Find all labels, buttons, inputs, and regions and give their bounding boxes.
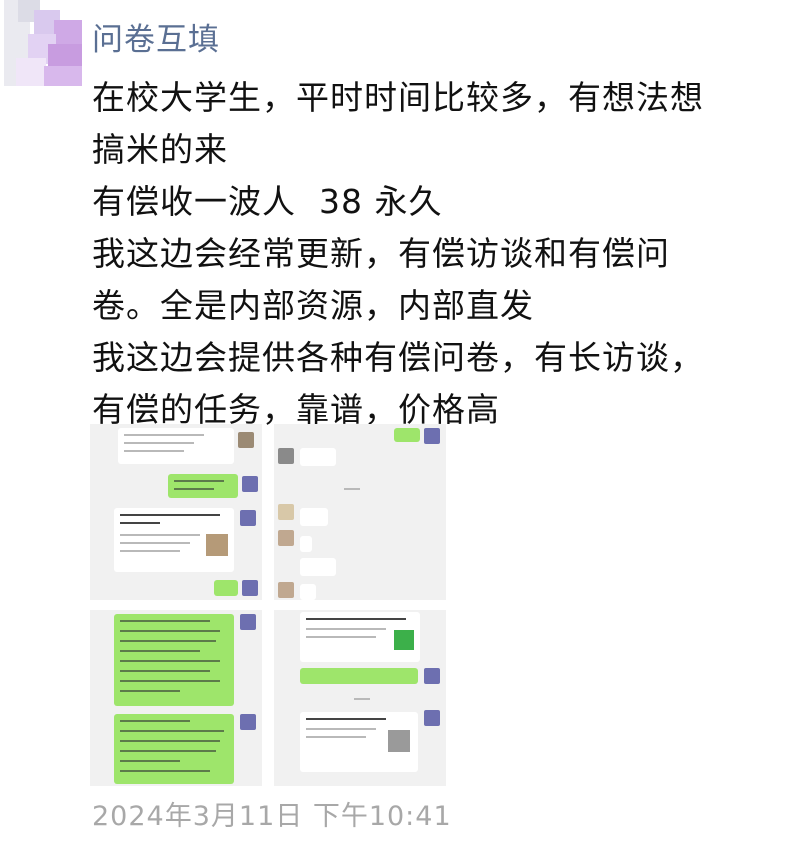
chat-screenshot-3[interactable] [90, 610, 262, 786]
timestamp: 2024年3月11日 下午10:41 [92, 801, 452, 832]
message-line: 搞米的来 [92, 130, 228, 169]
message-line: 我这边会经常更新，有偿访谈和有偿问 [92, 234, 670, 273]
chat-screenshot-4[interactable] [274, 610, 446, 786]
chat-screenshot-2[interactable] [274, 424, 446, 600]
message-line: 有偿收一波人 38 永久 [92, 182, 443, 221]
message-line: 我这边会提供各种有偿问卷，有长访谈， [92, 338, 704, 377]
avatar[interactable] [4, 0, 82, 86]
chat-screenshot-1[interactable] [90, 424, 262, 600]
message-line: 卷。全是内部资源，内部直发 [92, 286, 534, 325]
image-grid [90, 424, 446, 786]
message-line: 在校大学生，平时时间比较多，有想法想 [92, 78, 704, 117]
message-text: 在校大学生，平时时间比较多，有想法想 搞米的来 有偿收一波人 38 永久 我这边… [92, 72, 782, 436]
sender-name[interactable]: 问卷互填 [92, 14, 220, 59]
